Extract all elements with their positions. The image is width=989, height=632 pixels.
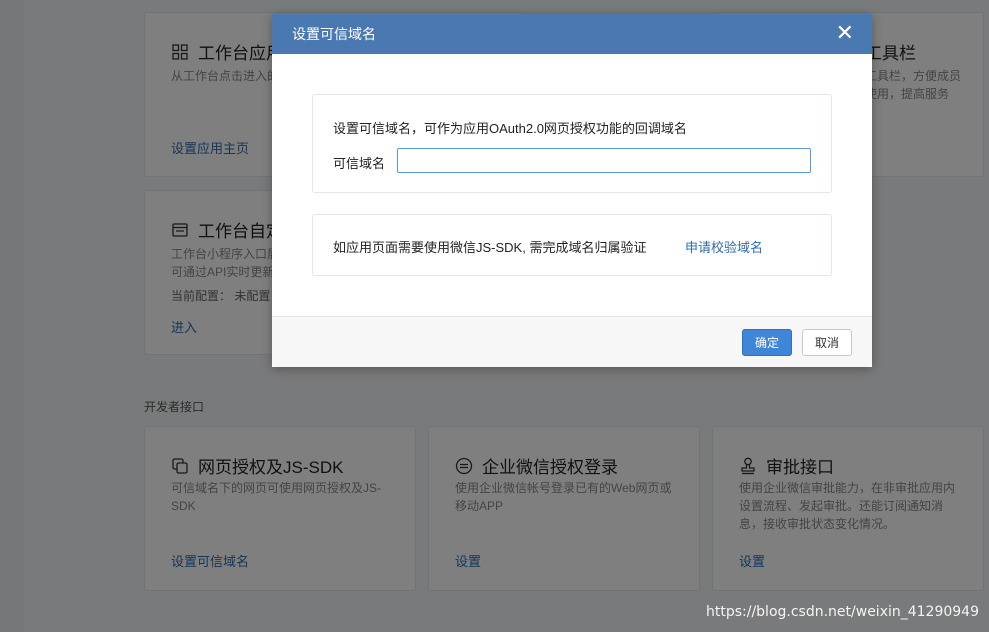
- apply-verify-domain-link[interactable]: 申请校验域名: [685, 237, 763, 256]
- verify-panel: 如应用页面需要使用微信JS-SDK, 需完成域名归属验证 申请校验域名: [312, 214, 832, 276]
- dialog-footer: 确定 取消: [272, 316, 872, 367]
- trusted-domain-dialog: 设置可信域名 ✕ 设置可信域名，可作为应用OAuth2.0网页授权功能的回调域名…: [272, 14, 872, 367]
- close-icon[interactable]: ✕: [836, 23, 854, 45]
- dialog-header: 设置可信域名 ✕: [272, 14, 872, 54]
- domain-panel: 设置可信域名，可作为应用OAuth2.0网页授权功能的回调域名 可信域名: [312, 94, 832, 193]
- dialog-title: 设置可信域名: [292, 26, 376, 42]
- domain-hint: 设置可信域名，可作为应用OAuth2.0网页授权功能的回调域名: [333, 121, 687, 136]
- cancel-button[interactable]: 取消: [802, 329, 852, 356]
- domain-field-label: 可信域名: [333, 156, 386, 171]
- watermark: https://blog.csdn.net/weixin_41290949: [705, 604, 979, 620]
- verify-text: 如应用页面需要使用微信JS-SDK, 需完成域名归属验证: [333, 240, 647, 255]
- trusted-domain-input[interactable]: [397, 148, 811, 173]
- confirm-button[interactable]: 确定: [742, 329, 792, 356]
